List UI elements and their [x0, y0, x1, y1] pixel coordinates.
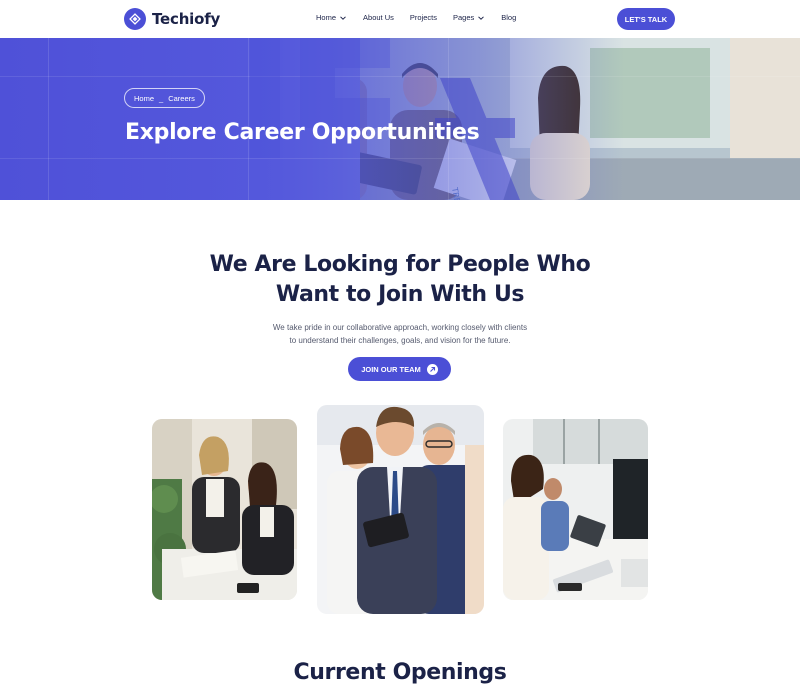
chevron-down-icon	[478, 15, 485, 20]
current-openings-title: Current Openings	[293, 660, 507, 685]
page-title: Explore Career Opportunities	[125, 120, 480, 145]
breadcrumb-home-link[interactable]: Home	[134, 94, 154, 103]
hero-watermark-letters	[250, 38, 520, 200]
section-description: We take pride in our collaborative appro…	[0, 321, 800, 347]
nav-item-label: Blog	[501, 13, 517, 22]
team-photo-left	[152, 419, 297, 600]
team-photo-right	[503, 419, 648, 600]
join-our-team-button[interactable]: JOIN OUR TEAM	[348, 357, 451, 381]
chevron-down-icon	[340, 15, 346, 20]
nav-item-about-us[interactable]: About Us	[363, 13, 394, 22]
section-title: We Are Looking for People Who Want to Jo…	[0, 250, 800, 310]
lets-talk-button[interactable]: LET'S TALK	[617, 8, 675, 30]
section-title-line-1: We Are Looking for People Who	[209, 252, 591, 277]
hero-banner: TRENDS Home _ Careers Explore Career Opp…	[0, 38, 800, 200]
main-nav: Home About Us Projects Pages Blog	[316, 13, 532, 22]
nav-item-blog[interactable]: Blog	[501, 13, 516, 22]
team-photo-center	[317, 405, 484, 614]
site-header: Techiofy Home About Us Projects Pages Bl…	[0, 0, 800, 38]
nav-item-projects[interactable]: Projects	[410, 13, 437, 22]
breadcrumb-current: Careers	[168, 93, 195, 103]
nav-item-home[interactable]: Home	[316, 13, 347, 22]
breadcrumb: Home _ Careers	[124, 88, 205, 108]
section-title-line-2: Want to Join With Us	[275, 282, 525, 307]
arrow-up-right-icon	[426, 363, 438, 375]
section-description-line-2: to understand their challenges, goals, a…	[289, 336, 511, 345]
logo[interactable]: Techiofy	[124, 8, 220, 30]
nav-item-label: Pages	[452, 13, 475, 22]
nav-item-label: Projects	[409, 13, 437, 22]
nav-item-pages[interactable]: Pages	[453, 13, 485, 22]
nav-item-label: Home	[316, 13, 337, 22]
join-button-label: JOIN OUR TEAM	[361, 364, 421, 374]
grid-line	[48, 38, 49, 200]
logo-mark-icon	[124, 8, 146, 30]
logo-text: Techiofy	[152, 10, 221, 28]
breadcrumb-separator: _	[159, 93, 164, 103]
section-description-line-1: We take pride in our collaborative appro…	[272, 323, 528, 332]
nav-item-label: About Us	[363, 13, 394, 22]
